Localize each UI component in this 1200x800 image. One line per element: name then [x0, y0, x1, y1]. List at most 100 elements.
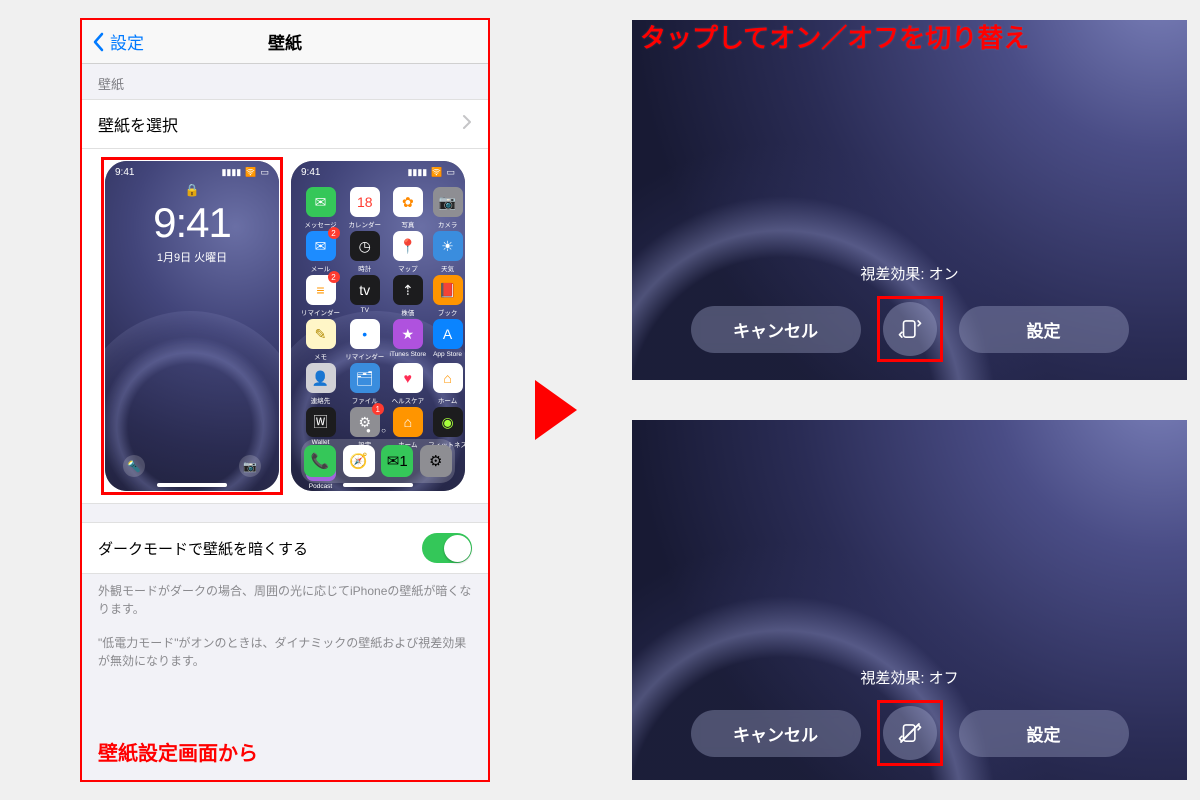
wallpaper-settings-screen: 設定 壁紙 壁紙 壁紙を選択 9:41 ▮▮▮▮ 🛜 ▭ 🔒 9:	[80, 18, 490, 782]
app-天気: ☀	[433, 231, 463, 261]
button-row: キャンセル 設定	[691, 302, 1129, 356]
dark-mode-dim-label: ダークモードで壁紙を暗くする	[98, 538, 308, 559]
app-icon: ♥ ヘルスケア	[390, 363, 427, 405]
app-label: Podcast	[309, 483, 333, 490]
app-icon: ≡2 リマインダー	[301, 275, 340, 317]
annotation-highlight	[877, 700, 943, 766]
app-icon: ★ iTunes Store	[390, 319, 427, 361]
footer-note-2: "低電力モード"がオンのときは、ダイナミックの壁紙および視差効果が無効になります…	[82, 626, 488, 678]
app-icon: ◷時計	[342, 231, 388, 273]
app-icon: 🗂ファイル	[342, 363, 388, 405]
set-button[interactable]: 設定	[959, 306, 1129, 353]
app-ホーム: ⌂	[433, 363, 463, 393]
dark-mode-dim-row: ダークモードで壁紙を暗くする	[82, 522, 488, 574]
dock-app: 📞	[304, 445, 336, 477]
preview-controls: 視差効果: オフ キャンセル 設定	[632, 420, 1187, 780]
app-label: リマインダー	[301, 307, 340, 317]
app-grid: ✉メッセージ18カレンダー✿写真📷カメラ✉2メール◷時計📍マップ☀天気≡2リマイ…	[301, 187, 455, 441]
arrow-icon	[535, 380, 577, 440]
parallax-preview-on: 視差効果: オン キャンセル 設定	[632, 20, 1187, 380]
parallax-toggle-button[interactable]	[883, 706, 937, 760]
app-マップ: 📍	[393, 231, 423, 261]
app-label: カメラ	[438, 219, 458, 229]
caption-right: タップしてオン／オフを切り替え	[640, 18, 1029, 55]
app-label: iTunes Store	[390, 351, 427, 358]
app-リマインダー: ≡2	[306, 275, 336, 305]
page-dots: ● ○	[291, 426, 465, 435]
lock-screen-preview-wrap[interactable]: 9:41 ▮▮▮▮ 🛜 ▭ 🔒 9:41 1月9日 火曜日 🔦 📷	[105, 161, 279, 491]
app-ファイル: 🗂	[350, 363, 380, 393]
caption-left: 壁紙設定画面から	[98, 737, 258, 766]
app-label: TV	[361, 307, 369, 314]
set-button[interactable]: 設定	[959, 710, 1129, 757]
app-label: リマインダー	[345, 351, 384, 361]
app-icon: ✉2 メール	[301, 231, 340, 273]
chevron-right-icon	[462, 114, 472, 135]
dock-app: 🧭	[343, 445, 375, 477]
section-header: 壁紙	[82, 64, 488, 99]
lock-screen-preview: 9:41 ▮▮▮▮ 🛜 ▭ 🔒 9:41 1月9日 火曜日 🔦 📷	[105, 161, 279, 491]
cancel-button[interactable]: キャンセル	[691, 710, 861, 757]
app-カメラ: 📷	[433, 187, 463, 217]
app-icon: ✿ 写真	[390, 187, 427, 229]
app-icon: tv TV	[342, 275, 388, 317]
app-label: マップ	[398, 263, 418, 273]
app-ブック: 📕	[433, 275, 463, 305]
wallpaper-previews: 9:41 ▮▮▮▮ 🛜 ▭ 🔒 9:41 1月9日 火曜日 🔦 📷	[82, 149, 488, 504]
flashlight-icon: 🔦	[123, 455, 145, 477]
app-ヘルスケア: ♥	[393, 363, 423, 393]
badge: 2	[328, 227, 340, 239]
status-time: 9:41	[301, 167, 320, 178]
cancel-button[interactable]: キャンセル	[691, 306, 861, 353]
app-icon: 👤連絡先	[301, 363, 340, 405]
parallax-status-label: 視差効果: オン	[860, 263, 958, 284]
app-メール: ✉2	[306, 231, 336, 261]
app-icon: ⇡株価	[390, 275, 427, 317]
app-icon: ✎メモ	[301, 319, 340, 361]
app-icon: 📍 マップ	[390, 231, 427, 273]
app-icon: ⌂ ホーム	[428, 363, 465, 405]
lock-time: 9:41	[153, 199, 231, 247]
app-icon: ☀ 天気	[428, 231, 465, 273]
app-連絡先: 👤	[306, 363, 336, 393]
app-icon: AApp Store	[428, 319, 465, 361]
app-label: 写真	[401, 219, 414, 229]
app-icon: 18カレンダー	[342, 187, 388, 229]
lock-date: 1月9日 火曜日	[157, 249, 227, 265]
app-label: メール	[311, 263, 331, 273]
lock-content: 🔒 9:41 1月9日 火曜日	[105, 161, 279, 491]
badge: 1	[372, 403, 384, 415]
parallax-preview-off: 視差効果: オフ キャンセル 設定	[632, 420, 1187, 780]
dock-app: ✉1	[381, 445, 413, 477]
choose-wallpaper-label: 壁紙を選択	[98, 112, 178, 136]
app-label: 時計	[358, 263, 371, 273]
battery-icon: ▭	[446, 167, 455, 178]
dock: 📞🧭✉1⚙	[301, 439, 455, 483]
lock-bottom-icons: 🔦 📷	[105, 455, 279, 477]
lock-icon: 🔒	[185, 183, 200, 197]
footer-note-1: 外観モードがダークの場合、周囲の光に応じてiPhoneの壁紙が暗くなります。	[82, 574, 488, 626]
preview-controls: 視差効果: オン キャンセル 設定	[632, 20, 1187, 380]
wifi-icon: 🛜	[431, 167, 442, 178]
parallax-toggle-button[interactable]	[883, 302, 937, 356]
dark-mode-dim-switch[interactable]	[422, 533, 472, 563]
app-label: 天気	[441, 263, 454, 273]
home-screen-preview-wrap[interactable]: 9:41 ▮▮▮▮ 🛜 ▭ ✉メッセージ18カレンダー✿写真📷カメラ✉2メール◷…	[291, 161, 465, 491]
app-label: ホーム	[438, 395, 457, 405]
nav-title: 壁紙	[82, 29, 488, 54]
app-メッセージ: ✉	[306, 187, 336, 217]
app-label: 株価	[401, 307, 414, 317]
choose-wallpaper-row[interactable]: 壁紙を選択	[82, 99, 488, 149]
app-iTunes Store: ★	[393, 319, 423, 349]
badge: 2	[328, 271, 340, 283]
app-label: App Store	[433, 351, 462, 358]
dock-app: ⚙	[420, 445, 452, 477]
app-TV: tv	[350, 275, 380, 305]
app-写真: ✿	[393, 187, 423, 217]
nav-bar: 設定 壁紙	[82, 20, 488, 64]
app-label: ヘルスケア	[392, 395, 425, 405]
signal-icon: ▮▮▮▮	[407, 167, 427, 178]
app-カレンダー: 18	[350, 187, 380, 217]
camera-icon: 📷	[239, 455, 261, 477]
annotation-highlight	[877, 296, 943, 362]
